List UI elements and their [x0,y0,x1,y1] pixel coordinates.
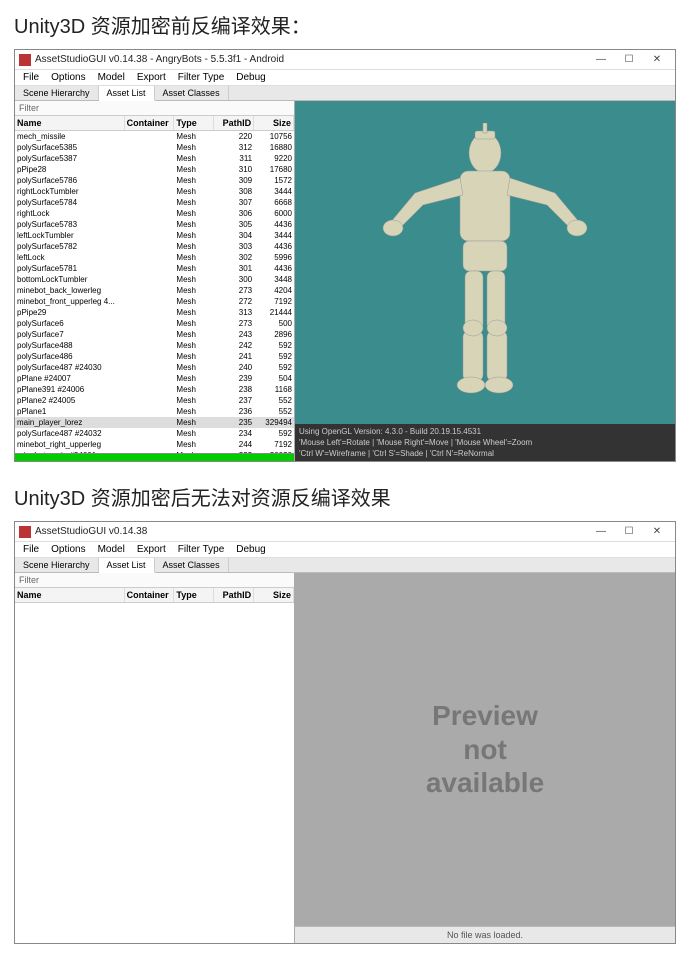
col-name[interactable]: Name [15,116,125,130]
preview-text: available [426,766,544,800]
col-size[interactable]: Size [254,116,294,130]
window-title: AssetStudioGUI v0.14.38 [35,526,587,537]
table-row[interactable]: minebot_right_upperlegMesh2447192 [15,439,294,450]
table-row[interactable]: polySurface6Mesh273500 [15,318,294,329]
window-title: AssetStudioGUI v0.14.38 - AngryBots - 5.… [35,54,587,65]
col-pathid[interactable]: PathID [214,588,254,602]
menu-file[interactable]: File [23,544,39,555]
tab-asset-classes[interactable]: Asset Classes [155,558,229,572]
status-line: Using OpenGL Version: 4.3.0 - Build 20.1… [299,426,671,437]
menu-export[interactable]: Export [137,544,166,555]
menu-options[interactable]: Options [51,544,85,555]
tab-asset-classes[interactable]: Asset Classes [155,86,229,100]
table-row[interactable]: main_player_lorezMesh235329494 [15,417,294,428]
filter-input[interactable]: Filter [15,101,294,116]
preview-text: Preview [432,699,538,733]
table-row[interactable]: polySurface487 #24030Mesh240592 [15,362,294,373]
close-button[interactable]: ✕ [643,526,671,537]
menu-debug[interactable]: Debug [236,544,265,555]
table-row[interactable]: minebot_back_lowerlegMesh2734204 [15,285,294,296]
asset-rows-empty [15,603,294,943]
col-pathid[interactable]: PathID [214,116,254,130]
app-icon [19,526,31,538]
maximize-button[interactable]: ☐ [615,526,643,537]
titlebar[interactable]: AssetStudioGUI v0.14.38 — ☐ ✕ [15,522,675,542]
character-model [375,123,595,403]
asset-list-panel: Filter Name Container Type PathID Size m… [15,101,295,461]
table-row[interactable]: polySurface5783Mesh3054436 [15,219,294,230]
table-header[interactable]: Name Container Type PathID Size [15,588,294,603]
preview-panel: Preview not available No file was loaded… [295,573,675,943]
menu-filter-type[interactable]: Filter Type [178,544,225,555]
table-row[interactable]: mech_missileMesh22010756 [15,131,294,142]
preview-text: not [463,733,507,767]
window-before: AssetStudioGUI v0.14.38 - AngryBots - 5.… [14,49,676,462]
preview-panel: Using OpenGL Version: 4.3.0 - Build 20.1… [295,101,675,461]
model-viewport[interactable] [295,101,675,424]
table-row[interactable]: polySurface488Mesh242592 [15,340,294,351]
table-row[interactable]: polySurface5387Mesh3119220 [15,153,294,164]
menu-model[interactable]: Model [98,544,125,555]
table-row[interactable]: polySurface5782Mesh3034436 [15,241,294,252]
table-row[interactable]: rightLockTumblerMesh3083444 [15,186,294,197]
tab-asset-list[interactable]: Asset List [99,86,155,101]
tab-strip: Scene HierarchyAsset ListAsset Classes [15,86,675,101]
table-row[interactable]: pPlane1Mesh236552 [15,406,294,417]
col-type[interactable]: Type [174,116,214,130]
table-row[interactable]: rightLockMesh3066000 [15,208,294,219]
window-after: AssetStudioGUI v0.14.38 — ☐ ✕ File Option… [14,521,676,944]
table-row[interactable]: polySurface487 #24032Mesh234592 [15,428,294,439]
progress-bar [15,453,294,461]
filter-input[interactable]: Filter [15,573,294,588]
table-row[interactable]: polySurface5385Mesh31216880 [15,142,294,153]
tab-scene-hierarchy[interactable]: Scene Hierarchy [15,558,99,572]
menu-options[interactable]: Options [51,72,85,83]
col-container[interactable]: Container [125,588,175,602]
table-row[interactable]: polySurface5781Mesh3014436 [15,263,294,274]
menu-file[interactable]: File [23,72,39,83]
table-row[interactable]: pPipe29Mesh31321444 [15,307,294,318]
status-bar: No file was loaded. [295,926,675,943]
col-container[interactable]: Container [125,116,175,130]
table-row[interactable]: minebot_front_upperleg 4...Mesh2727192 [15,296,294,307]
heading-after: Unity3D 资源加密后无法对资源反编译效果 [0,472,690,521]
table-row[interactable]: pPlane2 #24005Mesh237552 [15,395,294,406]
table-row[interactable]: polySurface5786Mesh3091572 [15,175,294,186]
col-name[interactable]: Name [15,588,125,602]
tab-asset-list[interactable]: Asset List [99,558,155,573]
tab-scene-hierarchy[interactable]: Scene Hierarchy [15,86,99,100]
titlebar[interactable]: AssetStudioGUI v0.14.38 - AngryBots - 5.… [15,50,675,70]
asset-list-panel: Filter Name Container Type PathID Size [15,573,295,943]
table-row[interactable]: bottomLockTumblerMesh3003448 [15,274,294,285]
asset-rows[interactable]: mech_missileMesh22010756polySurface5385M… [15,131,294,453]
table-header[interactable]: Name Container Type PathID Size [15,116,294,131]
col-type[interactable]: Type [174,588,214,602]
menubar: File Options Model Export Filter Type Debug [15,542,675,558]
table-row[interactable]: polySurface5784Mesh3076668 [15,197,294,208]
menu-filter-type[interactable]: Filter Type [178,72,225,83]
tab-strip: Scene HierarchyAsset ListAsset Classes [15,558,675,573]
minimize-button[interactable]: — [587,526,615,537]
table-row[interactable]: pPlane #24007Mesh239504 [15,373,294,384]
menu-debug[interactable]: Debug [236,72,265,83]
preview-not-available: Preview not available [295,573,675,926]
table-row[interactable]: pPlane391 #24006Mesh2381168 [15,384,294,395]
col-size[interactable]: Size [254,588,294,602]
app-icon [19,54,31,66]
maximize-button[interactable]: ☐ [615,54,643,65]
table-row[interactable]: polySurface486Mesh241592 [15,351,294,362]
heading-before: Unity3D 资源加密前反编译效果： [0,0,690,49]
menu-export[interactable]: Export [137,72,166,83]
minimize-button[interactable]: — [587,54,615,65]
table-row[interactable]: leftLockTumblerMesh3043444 [15,230,294,241]
status-line: 'Ctrl W'=Wireframe | 'Ctrl S'=Shade | 'C… [299,448,671,459]
close-button[interactable]: ✕ [643,54,671,65]
table-row[interactable]: pPipe28Mesh31017680 [15,164,294,175]
table-row[interactable]: leftLockMesh3025996 [15,252,294,263]
menubar: File Options Model Export Filter Type Debug [15,70,675,86]
status-line: 'Mouse Left'=Rotate | 'Mouse Right'=Move… [299,437,671,448]
status-bar: Using OpenGL Version: 4.3.0 - Build 20.1… [295,424,675,461]
table-row[interactable]: polySurface7Mesh2432896 [15,329,294,340]
menu-model[interactable]: Model [98,72,125,83]
